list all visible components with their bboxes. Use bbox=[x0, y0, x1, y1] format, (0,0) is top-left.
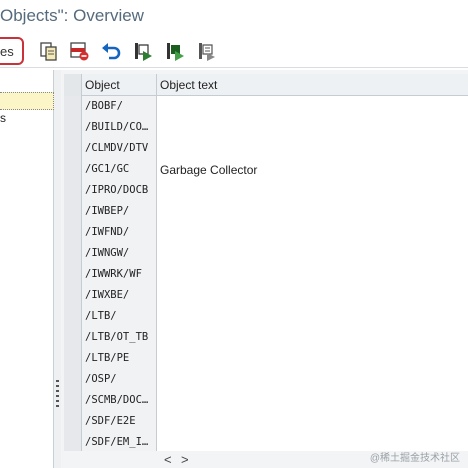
row-selector[interactable] bbox=[64, 432, 82, 453]
object-text-cell[interactable] bbox=[157, 222, 468, 243]
row-selector[interactable] bbox=[64, 327, 82, 348]
object-cell[interactable]: /LTB/PE bbox=[82, 348, 157, 369]
scroll-left-arrow[interactable]: < bbox=[164, 452, 172, 467]
object-cell[interactable]: /SDF/EM_I… bbox=[82, 432, 157, 453]
transport-icon[interactable] bbox=[132, 40, 154, 62]
table-row[interactable]: /IWBEP/ bbox=[64, 201, 468, 222]
copy-icon[interactable] bbox=[38, 40, 60, 62]
object-text-cell[interactable] bbox=[157, 201, 468, 222]
object-cell[interactable]: /LTB/OT_TB bbox=[82, 327, 157, 348]
scroll-right-arrow[interactable]: > bbox=[181, 452, 189, 467]
table-row[interactable]: /BOBF/ bbox=[64, 96, 468, 117]
object-text-cell[interactable] bbox=[157, 369, 468, 390]
object-cell[interactable]: /GC1/GC bbox=[82, 159, 157, 180]
object-cell[interactable]: /SCMB/DOC… bbox=[82, 390, 157, 411]
object-cell[interactable]: /IWNGW/ bbox=[82, 243, 157, 264]
object-text-cell[interactable]: Garbage Collector bbox=[157, 159, 468, 180]
left-navigation-pane: s bbox=[0, 70, 54, 468]
row-selector[interactable] bbox=[64, 222, 82, 243]
object-cell[interactable]: /OSP/ bbox=[82, 369, 157, 390]
row-selector[interactable] bbox=[64, 201, 82, 222]
object-text-cell[interactable] bbox=[157, 117, 468, 138]
row-selector[interactable] bbox=[64, 306, 82, 327]
object-cell[interactable]: /CLMDV/DTV bbox=[82, 138, 157, 159]
table-row[interactable]: /IWNGW/ bbox=[64, 243, 468, 264]
undo-icon[interactable] bbox=[100, 40, 122, 62]
table-row[interactable]: /IPRO/DOCB bbox=[64, 180, 468, 201]
row-selector[interactable] bbox=[64, 96, 82, 117]
table-row[interactable]: /SCMB/DOC… bbox=[64, 390, 468, 411]
row-selector[interactable] bbox=[64, 390, 82, 411]
transport-green-icon[interactable] bbox=[164, 40, 186, 62]
column-header-object-text[interactable]: Object text bbox=[157, 74, 468, 96]
row-selector[interactable] bbox=[64, 411, 82, 432]
splitter-grip-icon[interactable] bbox=[56, 380, 59, 410]
object-text-cell[interactable] bbox=[157, 96, 468, 117]
table-row[interactable]: /IWWRK/WF bbox=[64, 264, 468, 285]
object-text-cell[interactable] bbox=[157, 390, 468, 411]
table-row[interactable]: /BUILD/CO… bbox=[64, 117, 468, 138]
table-header: Object Object text bbox=[64, 74, 468, 96]
row-selector[interactable] bbox=[64, 180, 82, 201]
select-all-cell[interactable] bbox=[64, 74, 82, 96]
object-cell[interactable]: /BUILD/CO… bbox=[82, 117, 157, 138]
object-cell[interactable]: /IWBEP/ bbox=[82, 201, 157, 222]
table-row[interactable]: /SDF/E2E bbox=[64, 411, 468, 432]
table-area: Object Object text /BOBF//BUILD/CO…/CLMD… bbox=[61, 70, 468, 468]
row-selector[interactable] bbox=[64, 348, 82, 369]
row-selector[interactable] bbox=[64, 117, 82, 138]
object-text-cell[interactable] bbox=[157, 180, 468, 201]
table-row[interactable]: /LTB/PE bbox=[64, 348, 468, 369]
object-text-cell[interactable] bbox=[157, 306, 468, 327]
table-row[interactable]: /CLMDV/DTV bbox=[64, 138, 468, 159]
table-row[interactable]: /OSP/ bbox=[64, 369, 468, 390]
row-selector[interactable] bbox=[64, 369, 82, 390]
row-selector[interactable] bbox=[64, 159, 82, 180]
table-row[interactable]: /GC1/GC Garbage Collector bbox=[64, 159, 468, 180]
object-text-cell[interactable] bbox=[157, 327, 468, 348]
table-row[interactable]: /IWXBE/ bbox=[64, 285, 468, 306]
partial-toolbar-button[interactable]: es bbox=[0, 37, 24, 65]
object-cell[interactable]: /LTB/ bbox=[82, 306, 157, 327]
object-text-cell[interactable] bbox=[157, 411, 468, 432]
table-row[interactable]: /IWFND/ bbox=[64, 222, 468, 243]
object-text-cell[interactable] bbox=[157, 243, 468, 264]
object-cell[interactable]: /IWXBE/ bbox=[82, 285, 157, 306]
tree-node[interactable]: s bbox=[0, 111, 6, 125]
object-text-cell[interactable] bbox=[157, 285, 468, 306]
table-row[interactable]: /LTB/ bbox=[64, 306, 468, 327]
row-selector[interactable] bbox=[64, 285, 82, 306]
selected-tree-node[interactable] bbox=[0, 92, 54, 110]
object-cell[interactable]: /SDF/E2E bbox=[82, 411, 157, 432]
watermark: @稀土掘金技术社区 bbox=[369, 453, 460, 464]
object-text-cell[interactable] bbox=[157, 348, 468, 369]
object-cell[interactable]: /BOBF/ bbox=[82, 96, 157, 117]
object-cell[interactable]: /IWWRK/WF bbox=[82, 264, 157, 285]
title-bar: Objects": Overview bbox=[0, 0, 468, 34]
window-title: Objects": Overview bbox=[0, 6, 144, 25]
toolbar: es bbox=[0, 34, 468, 68]
table-row[interactable]: /LTB/OT_TB bbox=[64, 327, 468, 348]
object-cell[interactable]: /IWFND/ bbox=[82, 222, 157, 243]
row-selector[interactable] bbox=[64, 243, 82, 264]
row-selector[interactable] bbox=[64, 264, 82, 285]
object-text-cell[interactable] bbox=[157, 138, 468, 159]
row-selector[interactable] bbox=[64, 138, 82, 159]
delete-row-icon[interactable] bbox=[68, 40, 90, 62]
transport-list-icon[interactable] bbox=[196, 40, 218, 62]
table-body: /BOBF//BUILD/CO…/CLMDV/DTV/GC1/GC Garbage… bbox=[64, 96, 468, 453]
object-text-cell[interactable] bbox=[157, 264, 468, 285]
column-header-object[interactable]: Object bbox=[82, 74, 157, 96]
object-cell[interactable]: /IPRO/DOCB bbox=[82, 180, 157, 201]
